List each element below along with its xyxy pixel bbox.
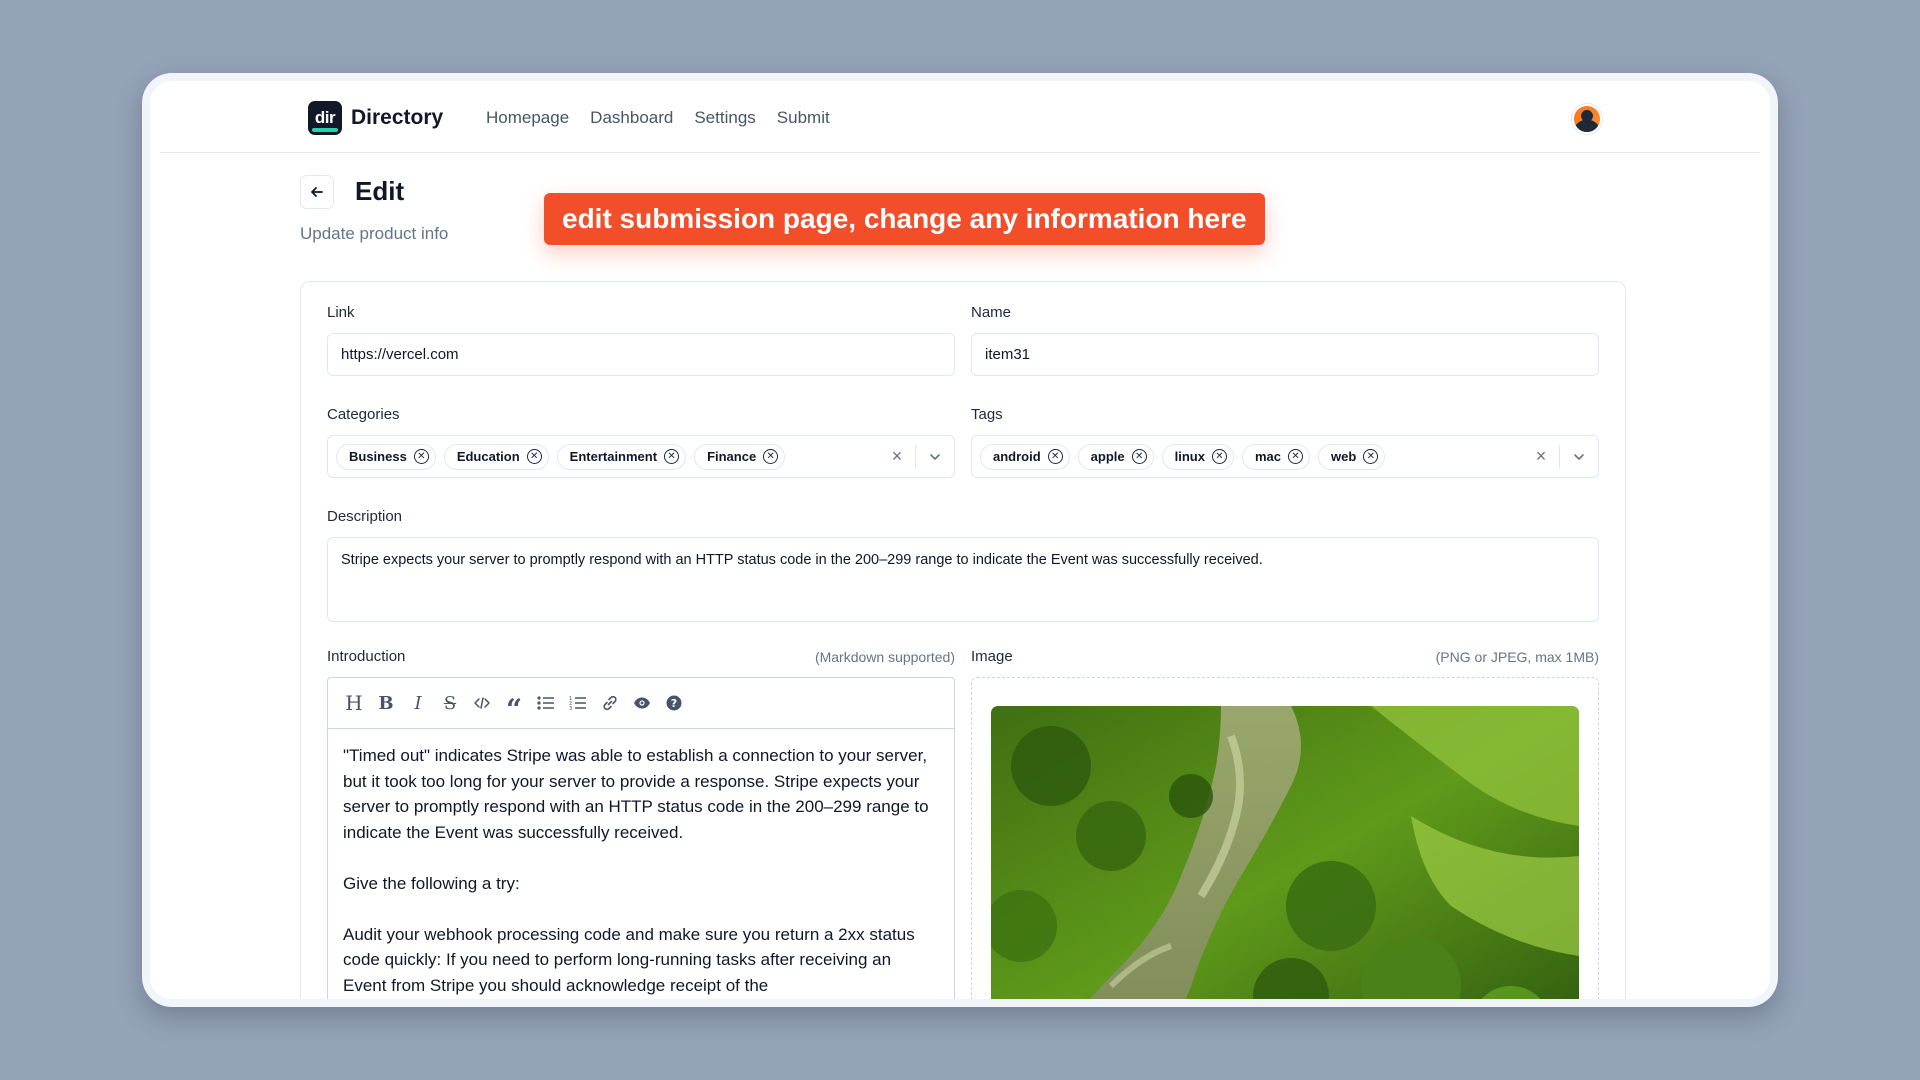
remove-chip-icon[interactable]: ✕ xyxy=(1047,449,1063,464)
remove-chip-icon[interactable]: ✕ xyxy=(1131,449,1147,464)
clear-icon[interactable]: × xyxy=(1523,446,1559,467)
tags-chips: android ✕ apple ✕ linux ✕ mac ✕ web ✕ xyxy=(980,443,1523,470)
clear-icon[interactable]: × xyxy=(879,446,915,467)
svg-text:3: 3 xyxy=(569,706,572,711)
nav-submit[interactable]: Submit xyxy=(777,108,830,128)
editor-content[interactable]: "Timed out" indicates Stripe was able to… xyxy=(328,729,954,999)
link-icon[interactable] xyxy=(600,692,620,714)
chip-label: apple xyxy=(1090,449,1125,464)
nav-settings[interactable]: Settings xyxy=(694,108,755,128)
chip-label: Education xyxy=(456,449,520,464)
numbered-list-icon[interactable]: 123 xyxy=(568,692,588,714)
tag-chip: mac ✕ xyxy=(1241,443,1311,470)
categories-controls: × xyxy=(879,436,954,477)
chip-label: Entertainment xyxy=(569,449,658,464)
categories-label: Categories xyxy=(327,406,400,423)
chevron-down-icon[interactable] xyxy=(1560,450,1598,464)
image-hint: (PNG or JPEG, max 1MB) xyxy=(1435,649,1599,665)
strikethrough-icon[interactable]: S xyxy=(440,692,460,714)
chip-label: android xyxy=(993,449,1041,464)
svg-text:?: ? xyxy=(671,697,677,710)
category-chip: Finance ✕ xyxy=(694,443,786,470)
image-upload-dropzone[interactable] xyxy=(971,677,1599,999)
remove-chip-icon[interactable]: ✕ xyxy=(1211,449,1227,464)
remove-chip-icon[interactable]: ✕ xyxy=(763,449,779,464)
page-title: Edit xyxy=(355,176,405,206)
category-chip: Education ✕ xyxy=(443,443,549,470)
tag-chip: apple ✕ xyxy=(1077,443,1154,470)
bold-icon[interactable]: B xyxy=(376,692,396,714)
edit-form-card: Link https://vercel.com Name item31 Cate… xyxy=(300,281,1626,999)
preview-icon[interactable] xyxy=(632,692,652,714)
tags-label: Tags xyxy=(971,406,1003,423)
remove-chip-icon[interactable]: ✕ xyxy=(1363,449,1379,464)
app-container: dir Directory Homepage Dashboard Setting… xyxy=(150,81,1770,999)
heading-icon[interactable]: H xyxy=(344,691,364,715)
description-label: Description xyxy=(327,508,403,525)
top-navbar: dir Directory Homepage Dashboard Setting… xyxy=(160,81,1760,153)
help-icon[interactable]: ? xyxy=(664,692,684,714)
name-label: Name xyxy=(971,304,1012,321)
nav-dashboard[interactable]: Dashboard xyxy=(590,108,673,128)
page-subtitle: Update product info xyxy=(300,224,449,243)
intro-paragraph: Give the following a try: xyxy=(343,873,520,893)
chip-label: web xyxy=(1331,449,1357,464)
code-icon[interactable] xyxy=(472,692,492,714)
image-label: Image xyxy=(971,648,1013,665)
tags-select[interactable]: android ✕ apple ✕ linux ✕ mac ✕ web ✕ × xyxy=(971,435,1599,478)
tag-chip: android ✕ xyxy=(980,443,1070,470)
logo-text: Directory xyxy=(351,106,444,129)
uploaded-image-preview xyxy=(991,706,1579,999)
link-label: Link xyxy=(327,304,355,321)
introduction-label: Introduction xyxy=(327,648,406,665)
tag-chip: linux ✕ xyxy=(1161,443,1234,470)
chip-label: mac xyxy=(1254,449,1282,464)
remove-chip-icon[interactable]: ✕ xyxy=(1288,449,1304,464)
tag-chip: web ✕ xyxy=(1318,443,1386,470)
arrow-left-icon xyxy=(311,187,323,197)
intro-paragraph: Audit your webhook processing code and m… xyxy=(343,924,915,995)
main-nav: Homepage Dashboard Settings Submit xyxy=(486,108,830,128)
quote-icon[interactable]: “ xyxy=(504,692,524,726)
categories-chips: Business ✕ Education ✕ Entertainment ✕ Fina… xyxy=(336,443,879,470)
tags-controls: × xyxy=(1523,436,1598,477)
bullet-list-icon[interactable] xyxy=(536,692,556,714)
browser-window: dir Directory Homepage Dashboard Setting… xyxy=(142,73,1778,1007)
category-chip: Business ✕ xyxy=(336,443,436,470)
introduction-hint: (Markdown supported) xyxy=(814,649,955,665)
chip-label: Business xyxy=(349,449,407,464)
remove-chip-icon[interactable]: ✕ xyxy=(526,449,542,464)
back-button[interactable] xyxy=(300,175,334,209)
chip-label: Finance xyxy=(707,449,757,464)
remove-chip-icon[interactable]: ✕ xyxy=(413,449,429,464)
categories-select[interactable]: Business ✕ Education ✕ Entertainment ✕ Fina… xyxy=(327,435,955,478)
link-input[interactable]: https://vercel.com xyxy=(327,333,955,376)
nav-homepage[interactable]: Homepage xyxy=(486,108,569,128)
logo[interactable]: dir Directory xyxy=(308,101,443,135)
logo-mark: dir xyxy=(308,101,342,135)
description-textarea[interactable]: Stripe expects your server to promptly r… xyxy=(327,537,1599,622)
name-input[interactable]: item31 xyxy=(971,333,1599,376)
intro-paragraph: "Timed out" indicates Stripe was able to… xyxy=(343,746,929,842)
chip-label: linux xyxy=(1174,449,1205,464)
chevron-down-icon[interactable] xyxy=(916,450,954,464)
markdown-editor: H B I S “ 123 ? "Timed out" indicates St… xyxy=(327,677,955,999)
italic-icon[interactable]: I xyxy=(408,692,428,714)
user-avatar[interactable] xyxy=(1572,104,1602,134)
remove-chip-icon[interactable]: ✕ xyxy=(664,449,680,464)
annotation-callout: edit submission page, change any informa… xyxy=(544,193,1265,245)
category-chip: Entertainment ✕ xyxy=(556,443,687,470)
editor-toolbar: H B I S “ 123 ? xyxy=(328,678,954,729)
